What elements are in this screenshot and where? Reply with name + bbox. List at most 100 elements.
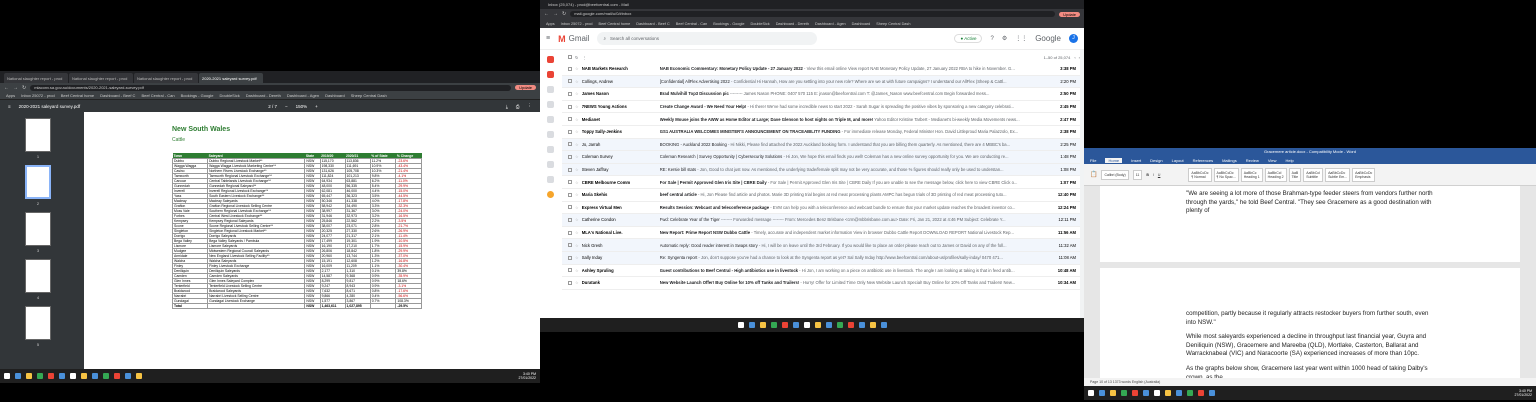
page-indicator[interactable]: 2 / 7 bbox=[268, 104, 277, 109]
ribbon-tab-insert[interactable]: Insert bbox=[1131, 158, 1141, 163]
email-checkbox[interactable] bbox=[568, 117, 572, 122]
email-checkbox[interactable] bbox=[568, 230, 572, 235]
email-row[interactable]: ☆ James Nason Brad Mulvihill Top3 Discussi… bbox=[562, 88, 1080, 101]
star-icon[interactable]: ☆ bbox=[575, 268, 579, 273]
url-field[interactable]: mail.google.com/mail/u/0/#inbox bbox=[570, 11, 1056, 17]
bookmark-item[interactable]: Dashboard bbox=[325, 93, 345, 98]
bookmark-item[interactable]: Dashboard bbox=[852, 22, 871, 26]
bookmark-item[interactable]: Beef Central - Can bbox=[141, 93, 174, 98]
email-checkbox[interactable] bbox=[568, 129, 572, 134]
refresh-icon[interactable]: ↻ bbox=[575, 55, 578, 60]
search-icon[interactable]: ⌕ bbox=[603, 36, 606, 41]
app-icon[interactable] bbox=[770, 322, 777, 328]
ribbon-tab-help[interactable]: Help bbox=[1285, 158, 1293, 163]
font-size-select[interactable]: 11 bbox=[1132, 169, 1143, 180]
gmail-logo[interactable]: M Gmail bbox=[558, 34, 589, 44]
zoom-level[interactable]: 150% bbox=[296, 104, 308, 109]
print-icon[interactable]: ⎙ bbox=[516, 104, 520, 109]
bookmark-item[interactable]: Dashboard - Dereth bbox=[246, 93, 281, 98]
star-icon[interactable] bbox=[546, 86, 554, 93]
app-icon[interactable] bbox=[803, 322, 810, 328]
select-all-checkbox[interactable] bbox=[568, 55, 572, 59]
star-icon[interactable]: ☆ bbox=[575, 205, 579, 210]
more-icon[interactable]: ⋮ bbox=[582, 55, 586, 60]
email-row[interactable]: ☆ Toppy Sally-Jenkins GS1 AUSTRALIA WELCOM… bbox=[562, 125, 1080, 139]
style-preset[interactable]: AaBbCcDc ¶ No Spac... bbox=[1213, 167, 1239, 182]
forward-icon[interactable]: → bbox=[13, 85, 18, 91]
email-checkbox[interactable] bbox=[568, 91, 572, 96]
bookmark-item[interactable]: DoubleSick bbox=[220, 93, 240, 98]
clock-icon[interactable] bbox=[546, 101, 554, 108]
app-icon[interactable] bbox=[781, 322, 788, 328]
reload-icon[interactable]: ↻ bbox=[562, 11, 566, 17]
app-icon[interactable] bbox=[81, 373, 87, 379]
app-icon[interactable] bbox=[114, 373, 120, 379]
email-row[interactable]: ☆ Collings, Andrew [Confidential] AllFlex … bbox=[562, 75, 1080, 89]
app-icon[interactable] bbox=[136, 373, 142, 379]
reload-icon[interactable]: ↻ bbox=[22, 85, 26, 91]
email-checkbox[interactable] bbox=[568, 104, 572, 109]
folder-icon[interactable] bbox=[26, 373, 32, 379]
italic-icon[interactable]: I bbox=[1153, 173, 1154, 177]
email-row[interactable]: ☆ Maria Skehis beef central article - Hi, … bbox=[562, 188, 1080, 202]
app-icon[interactable] bbox=[825, 322, 832, 328]
bookmark-item[interactable]: Inbox 25072 - prod bbox=[561, 22, 593, 26]
star-icon[interactable]: ☆ bbox=[575, 154, 579, 159]
app-icon[interactable] bbox=[1209, 390, 1215, 396]
app-icon[interactable] bbox=[1121, 390, 1127, 396]
status-badge[interactable]: ● Active bbox=[954, 34, 983, 43]
app-icon[interactable] bbox=[1099, 390, 1105, 396]
back-icon[interactable]: ← bbox=[4, 85, 9, 91]
email-checkbox[interactable] bbox=[568, 217, 572, 222]
star-icon[interactable]: ☆ bbox=[575, 192, 579, 197]
style-preset[interactable]: AaBbCcI Heading 2 bbox=[1264, 167, 1287, 182]
app-icon[interactable] bbox=[92, 373, 98, 379]
email-checkbox[interactable] bbox=[568, 66, 572, 71]
document-page[interactable]: "We are seeing a lot more of those Brahm… bbox=[1100, 186, 1520, 262]
chat-icon[interactable] bbox=[546, 176, 554, 183]
star-icon[interactable]: ☆ bbox=[575, 117, 579, 122]
zoom-in-icon[interactable]: + bbox=[315, 104, 318, 109]
gear-icon[interactable]: ⚙ bbox=[1002, 35, 1007, 42]
app-icon[interactable] bbox=[1198, 390, 1204, 396]
bookmark-item[interactable]: Apps bbox=[546, 22, 555, 26]
forward-icon[interactable]: → bbox=[553, 11, 558, 17]
page-thumbnail[interactable] bbox=[25, 212, 51, 246]
style-preset[interactable]: AaBbCcDc Subtle Em... bbox=[1325, 167, 1351, 182]
email-row[interactable]: ☆ Express Virtual Men Results Session: Web… bbox=[562, 201, 1080, 215]
email-row[interactable]: ☆ Duratank New Website Launch Offer! Buy O… bbox=[562, 277, 1080, 290]
apps-grid-icon[interactable]: ⋮⋮ bbox=[1015, 35, 1027, 42]
ribbon-tab-references[interactable]: References bbox=[1193, 158, 1213, 163]
email-checkbox[interactable] bbox=[568, 142, 572, 147]
app-icon[interactable] bbox=[103, 373, 109, 379]
more-icon[interactable]: ⋮ bbox=[528, 103, 533, 109]
ribbon-tab-design[interactable]: Design bbox=[1150, 158, 1162, 163]
app-icon[interactable] bbox=[1187, 390, 1193, 396]
paste-icon[interactable]: 📋 bbox=[1090, 171, 1097, 178]
download-icon[interactable]: ⤓ bbox=[506, 104, 508, 109]
app-icon[interactable] bbox=[1143, 390, 1149, 396]
bookmark-item[interactable]: Dashboard - Agen bbox=[815, 22, 846, 26]
help-icon[interactable]: ? bbox=[990, 36, 993, 42]
ribbon-tab-view[interactable]: View bbox=[1268, 158, 1277, 163]
app-icon[interactable] bbox=[792, 322, 799, 328]
app-icon[interactable] bbox=[48, 373, 54, 379]
email-row[interactable]: ☆ Steven Jaffray RE: Kersie bill stats - J… bbox=[562, 163, 1080, 177]
star-icon[interactable]: ☆ bbox=[575, 180, 579, 185]
email-checkbox[interactable] bbox=[568, 180, 572, 185]
bookmark-item[interactable]: Bookings - Google bbox=[181, 93, 214, 98]
style-preset[interactable]: AaBbCcI Subtitle bbox=[1303, 167, 1324, 182]
bookmark-item[interactable]: Apps bbox=[6, 93, 15, 98]
clock[interactable]: 3:40 PM 27/01/2022 bbox=[518, 372, 536, 380]
folder-icon[interactable] bbox=[759, 322, 766, 328]
email-checkbox[interactable] bbox=[568, 255, 572, 260]
bookmark-item[interactable]: Dashboard - Beef C bbox=[636, 22, 670, 26]
avatar[interactable]: J bbox=[1069, 34, 1078, 43]
email-checkbox[interactable] bbox=[568, 205, 572, 210]
style-preset[interactable]: AaB Title bbox=[1288, 167, 1302, 182]
bookmark-item[interactable]: Inbox 25072 - prod bbox=[21, 93, 55, 98]
ribbon-tab-layout[interactable]: Layout bbox=[1172, 158, 1184, 163]
app-icon[interactable] bbox=[1132, 390, 1138, 396]
page-thumbnail-selected[interactable] bbox=[25, 165, 51, 199]
zoom-out-icon[interactable]: − bbox=[285, 104, 288, 109]
